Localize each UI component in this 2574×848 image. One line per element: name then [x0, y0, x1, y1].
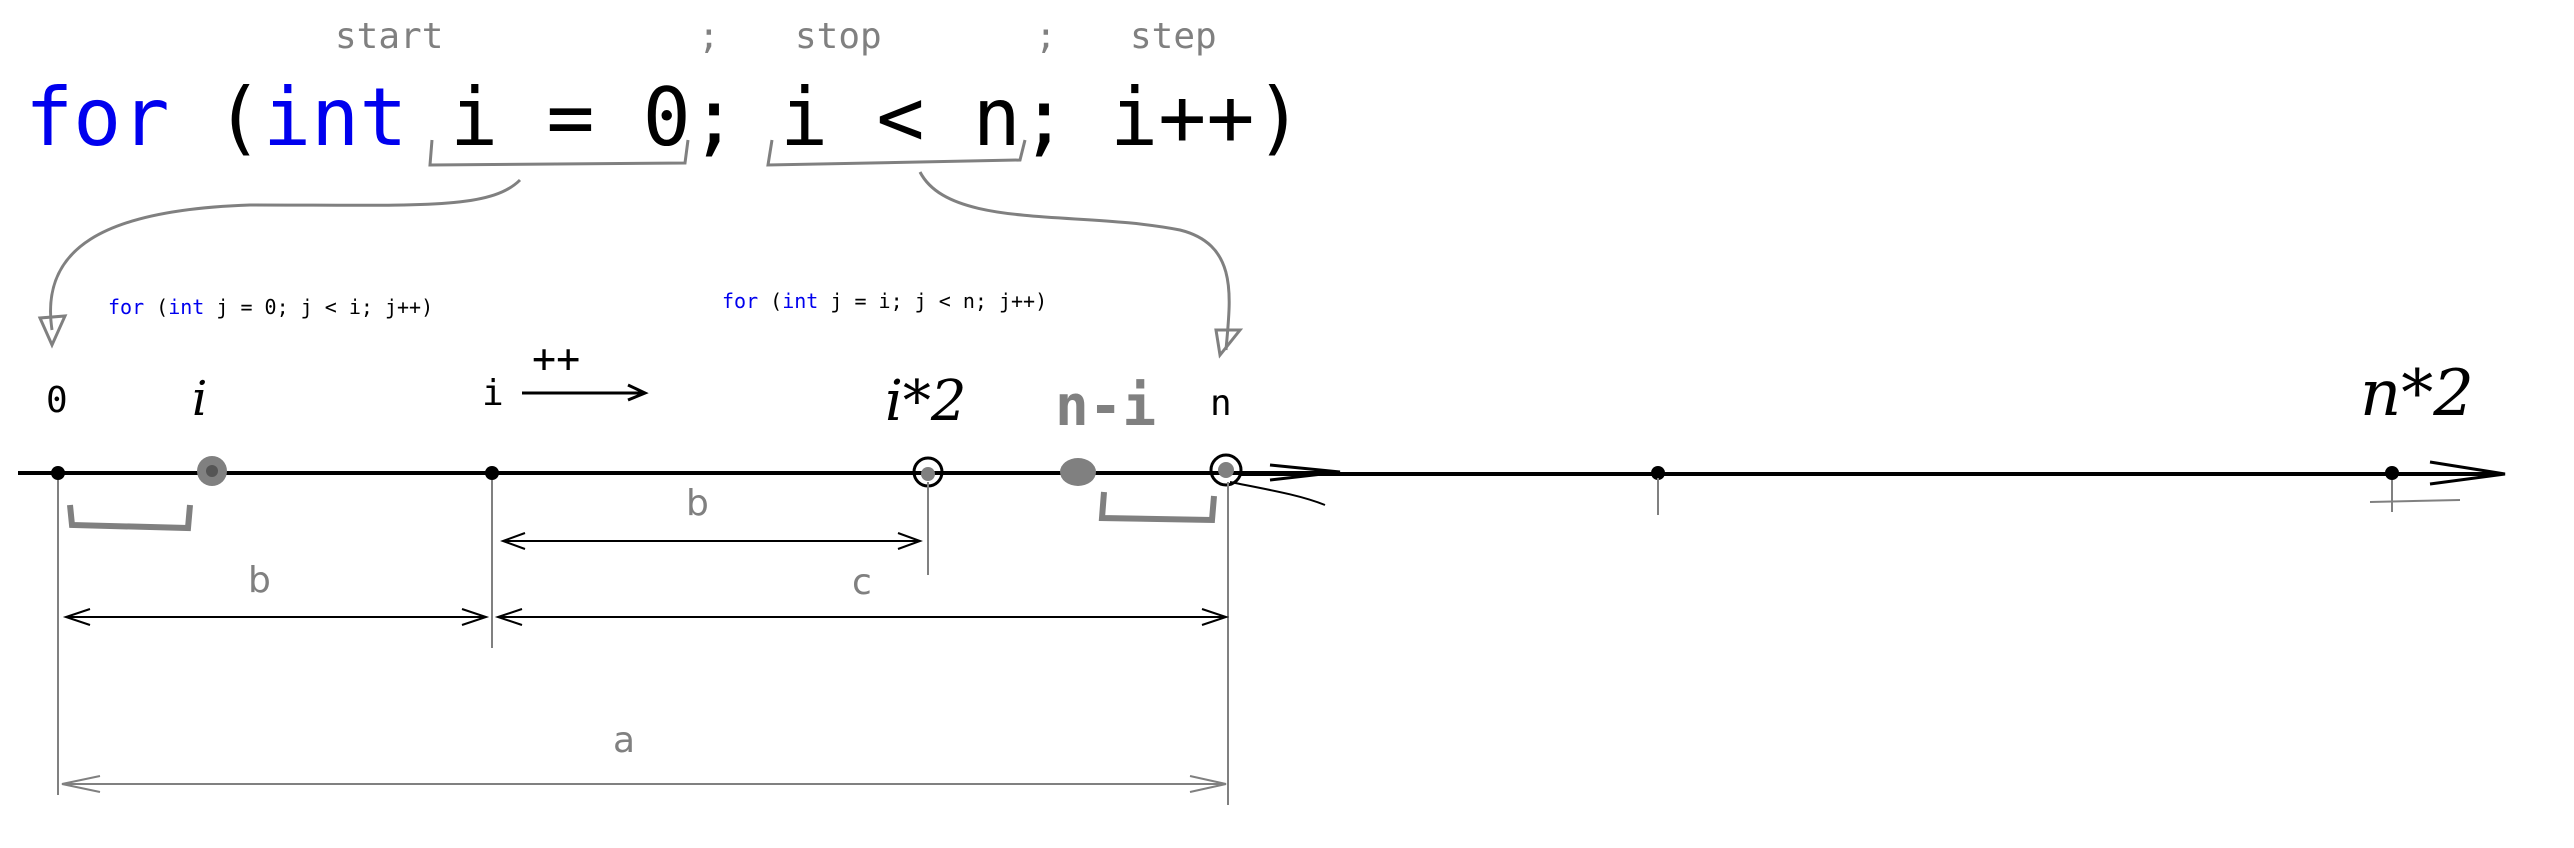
- point-n-inner: [1218, 462, 1234, 478]
- arrow-to-zero-head: [37, 314, 68, 349]
- loop-incr: i++: [1110, 71, 1255, 164]
- paren-close: ): [1255, 71, 1303, 164]
- inner-right-rest: j = i; j < n; j++): [830, 289, 1047, 313]
- inner-right-int: int: [782, 289, 818, 313]
- dim-b-top: b: [686, 483, 709, 524]
- point-i-times-2-inner: [921, 467, 935, 481]
- point-i-hand-core: [206, 465, 218, 477]
- separator-1: ;: [698, 16, 720, 57]
- step-label: step: [1130, 16, 1217, 57]
- point-i: [485, 466, 499, 480]
- label-zero: 0: [46, 380, 68, 421]
- kw-int: int: [263, 71, 408, 164]
- inner-loop-right: for (int j = i; j < n; j++): [722, 289, 1047, 313]
- bracket-zero-to-i: [67, 504, 193, 532]
- outer-for-loop: for ( int i = 0 ; i < n ; i++ ): [25, 71, 1303, 164]
- dim-a: a: [613, 720, 635, 761]
- point-zero: [51, 466, 65, 480]
- dimension-arrows: [61, 532, 1230, 793]
- loop-init: i = 0: [450, 71, 691, 164]
- point-mid: [1651, 466, 1665, 480]
- axis-points: [51, 453, 2399, 488]
- label-n-times-2: n*2: [2360, 357, 2474, 431]
- inner-left-for: for: [108, 295, 144, 319]
- inner-left-paren: (: [156, 295, 168, 319]
- header-labels: start ; stop ; step: [335, 16, 1217, 57]
- label-n-minus-i: n-i: [1055, 374, 1156, 439]
- inner-left-int: int: [168, 295, 204, 319]
- number-axis: [18, 460, 2506, 486]
- loop-semi-2: ;: [1020, 71, 1068, 164]
- point-n-minus-i: [1060, 458, 1096, 486]
- axis-labels: 0 i i ++ i*2 n-i n n*2: [46, 336, 2474, 439]
- label-i: i: [482, 373, 504, 414]
- kw-for: for: [25, 71, 170, 164]
- dim-b-left: b: [248, 560, 271, 601]
- loop-cond: i < n: [780, 71, 1021, 164]
- extension-lines: [57, 480, 1229, 805]
- start-label: start: [335, 16, 443, 57]
- dim-c: c: [852, 562, 872, 603]
- inner-right-for: for: [722, 289, 758, 313]
- label-plusplus: ++: [532, 336, 580, 382]
- inner-right-paren: (: [770, 289, 782, 313]
- stop-label: stop: [795, 16, 882, 57]
- inner-loop-left: for (int j = 0; j < i; j++): [108, 295, 433, 319]
- bracket-n-minus-i: [1098, 491, 1217, 524]
- label-i-hand: i: [192, 371, 207, 427]
- tick-marks: [1229, 478, 2461, 515]
- paren-open: (: [215, 71, 263, 164]
- curved-arrows: [37, 171, 1244, 359]
- arrow-to-n: [918, 171, 1231, 351]
- inner-left-rest: j = 0; j < i; j++): [216, 295, 433, 319]
- dimension-labels: b b c a: [248, 483, 872, 761]
- range-brackets: [67, 491, 1217, 532]
- svg-text:for (int j = i; j < n; j++): for (int j = i; j < n; j++): [722, 289, 1047, 313]
- separator-2: ;: [1035, 16, 1057, 57]
- label-n: n: [1210, 383, 1232, 424]
- svg-text:for (int j = 0; j < i; j++): for (int j = 0; j < i; j++): [108, 295, 433, 319]
- loop-diagram: start ; stop ; step for ( int i = 0 ; i …: [18, 16, 2506, 805]
- point-n-times-2: [2385, 466, 2399, 480]
- increment-arrow: [522, 383, 649, 402]
- label-i-times-2: i*2: [885, 369, 967, 434]
- loop-semi-1: ;: [690, 71, 738, 164]
